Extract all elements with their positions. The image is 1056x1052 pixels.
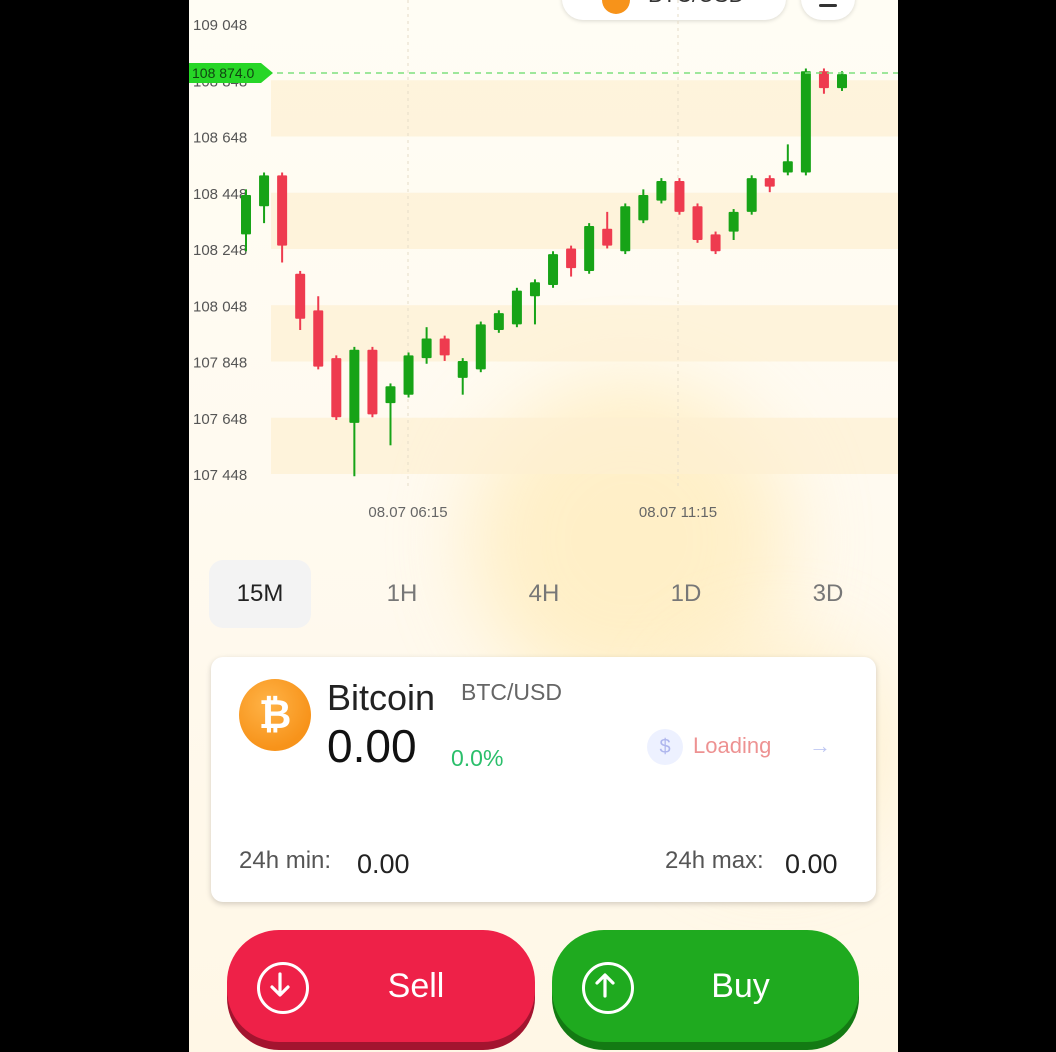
candle — [493, 310, 504, 333]
sell-button[interactable]: Sell — [227, 930, 535, 1042]
current-price-label: 108 874.0 — [192, 65, 254, 81]
candle — [331, 355, 342, 420]
y-tick-label: 108 248 — [193, 242, 247, 259]
grid-band — [271, 305, 898, 362]
candle — [566, 245, 577, 277]
asset-change: 0.0% — [451, 745, 504, 771]
asset-pair: BTC/USD — [461, 679, 562, 705]
y-tick-label: 108 048 — [193, 298, 247, 315]
promo-banner[interactable]: $ Loading → — [647, 717, 847, 777]
asset-name: Bitcoin — [327, 677, 436, 718]
candle — [674, 178, 685, 215]
candle — [656, 178, 667, 204]
grid-band — [271, 417, 898, 474]
min-label: 24h min: — [239, 847, 332, 874]
candle — [457, 358, 468, 395]
timeframe-4h[interactable]: 4H — [493, 560, 595, 628]
candle — [367, 346, 378, 418]
min-value: 0.00 — [357, 849, 410, 879]
timeframe-1h[interactable]: 1H — [351, 560, 453, 628]
buy-button[interactable]: Buy — [552, 930, 859, 1042]
buy-label: Buy — [711, 966, 770, 1005]
timeframe-3d[interactable]: 3D — [777, 560, 879, 628]
max-label: 24h max: — [665, 847, 764, 874]
arrow-right-icon: → — [809, 733, 831, 758]
trading-screen: BTC/USD 109 048108 848108 648108 448108 … — [189, 0, 898, 1052]
y-tick-label: 109 048 — [193, 17, 247, 34]
x-tick-label: 08.07 06:15 — [368, 504, 447, 521]
bitcoin-icon: ₿ — [239, 679, 311, 751]
candle — [584, 223, 595, 274]
candle — [800, 68, 811, 176]
asset-card: ₿ Bitcoin BTC/USD 0.00 0.0% $ Loading → … — [211, 657, 876, 902]
y-tick-label: 108 648 — [193, 130, 247, 147]
candle — [782, 144, 793, 176]
candle — [692, 203, 703, 243]
timeframe-15m[interactable]: 15M — [209, 560, 311, 628]
x-tick-label: 08.07 11:15 — [639, 504, 717, 521]
sell-label: Sell — [387, 966, 445, 1005]
candle — [259, 172, 270, 224]
max-value: 0.00 — [785, 849, 838, 879]
candle — [548, 251, 559, 288]
y-tick-label: 107 848 — [193, 355, 247, 372]
dollar-icon: $ — [647, 729, 683, 765]
price-chart[interactable]: 109 048108 848108 648108 448108 248108 0… — [189, 0, 898, 540]
candle — [746, 175, 757, 215]
candle — [511, 287, 522, 328]
promo-text: Loading — [693, 733, 772, 758]
candle — [710, 231, 721, 255]
timeframe-selector: 15M 1H 4H 1D 3D — [209, 560, 879, 628]
y-tick-label: 107 448 — [193, 467, 247, 484]
candle — [764, 175, 775, 193]
y-tick-label: 108 448 — [193, 186, 247, 203]
y-tick-label: 107 648 — [193, 411, 247, 428]
timeframe-1d[interactable]: 1D — [635, 560, 737, 628]
candle — [475, 321, 486, 373]
candle — [403, 352, 414, 398]
candle — [837, 71, 847, 91]
candle — [620, 203, 631, 255]
asset-price: 0.00 — [327, 720, 417, 772]
